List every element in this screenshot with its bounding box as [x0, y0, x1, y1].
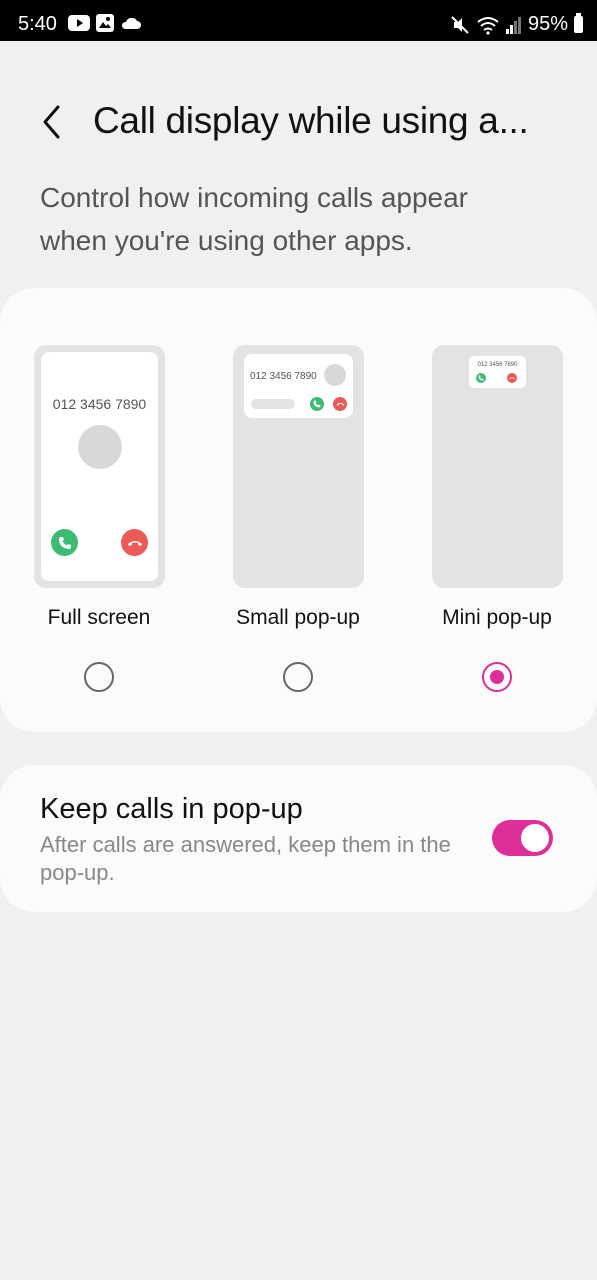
mute-icon	[451, 15, 469, 34]
small-popup: 012 3456 7890	[244, 354, 353, 418]
notification-icons	[68, 14, 142, 32]
placeholder-bar	[251, 399, 295, 409]
chevron-left-icon	[43, 105, 60, 139]
sample-number: 012 3456 7890	[250, 371, 317, 382]
youtube-icon	[68, 15, 90, 31]
full-screen-radio[interactable]	[84, 662, 114, 692]
accept-call-icon	[51, 529, 78, 556]
accept-call-icon	[310, 397, 324, 411]
page-description: Control how incoming calls appear when y…	[40, 182, 468, 256]
full-screen-preview[interactable]: 012 3456 7890	[34, 345, 165, 588]
sample-number: 012 3456 7890	[52, 396, 147, 412]
sample-number: 012 3456 7890	[477, 362, 518, 368]
display-options-card: 012 3456 7890 012 3456 7890 012 3456 789…	[0, 288, 597, 732]
avatar	[324, 364, 346, 386]
decline-call-icon	[333, 397, 347, 411]
cloud-icon	[121, 17, 141, 29]
mini-popup: 012 3456 7890	[469, 356, 526, 388]
small-popup-preview[interactable]: 012 3456 7890	[233, 345, 364, 588]
decline-call-icon	[121, 529, 148, 556]
status-right: 95%	[450, 13, 583, 36]
option-label-full-screen: Full screen	[47, 606, 151, 629]
page-title: Call display while using a...	[93, 100, 529, 141]
avatar	[78, 425, 122, 469]
keep-calls-toggle[interactable]	[492, 820, 553, 856]
decline-call-icon	[507, 373, 517, 383]
option-label-mini-popup: Mini pop-up	[442, 606, 552, 629]
back-button[interactable]	[40, 104, 68, 140]
small-popup-radio[interactable]	[283, 662, 313, 692]
status-bar: 5:40 95%	[0, 0, 597, 41]
mini-popup-preview[interactable]: 012 3456 7890	[432, 345, 563, 588]
signal-icon	[505, 16, 521, 34]
mini-popup-radio[interactable]	[482, 662, 512, 692]
option-label-small-popup: Small pop-up	[236, 606, 360, 629]
keep-calls-title: Keep calls in pop-up	[40, 793, 303, 825]
toggle-knob	[519, 822, 551, 854]
accept-call-icon	[476, 373, 486, 383]
keep-calls-setting[interactable]: Keep calls in pop-up After calls are ans…	[0, 765, 597, 912]
keep-calls-subtitle: After calls are answered, keep them in t…	[40, 832, 451, 885]
battery-percent: 95%	[527, 13, 568, 35]
battery-icon	[574, 13, 583, 33]
status-time: 5:40	[18, 13, 57, 35]
wifi-icon	[477, 16, 499, 35]
gallery-icon	[96, 14, 114, 32]
